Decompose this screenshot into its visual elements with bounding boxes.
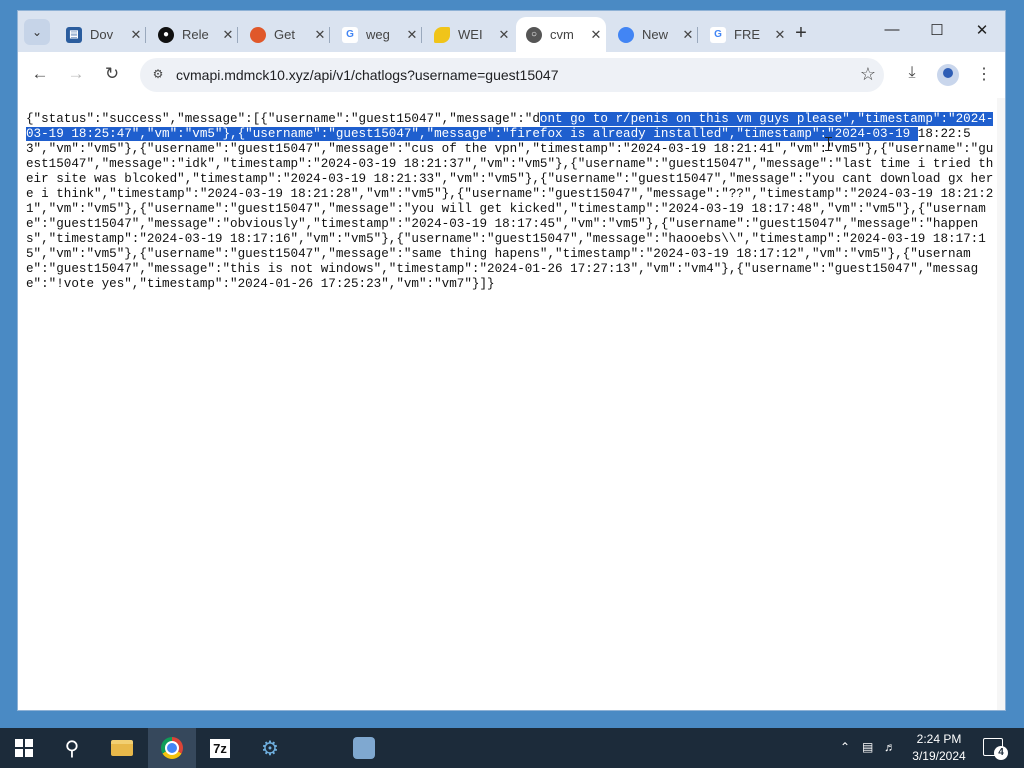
taskbar-7zip[interactable]: 7z <box>196 728 244 768</box>
folder-icon <box>111 740 133 756</box>
app-icon <box>353 737 375 759</box>
system-clock[interactable]: 2:24 PM 3/19/2024 <box>905 731 973 765</box>
tab-title: cvm <box>550 27 574 42</box>
browser-toolbar: ← → ↻ ⚙ cvmapi.mdmck10.xyz/api/v1/chatlo… <box>18 52 1005 98</box>
text-before-selection: {"status":"success","message":[{"usernam… <box>26 112 540 126</box>
tab-title: WEI <box>458 27 483 42</box>
windows-logo-icon <box>15 739 33 757</box>
reload-icon[interactable]: ↻ <box>101 64 123 84</box>
chevron-up-icon[interactable]: ⌃ <box>840 740 850 754</box>
search-button[interactable]: ⚲ <box>48 728 96 768</box>
taskbar-app[interactable] <box>340 728 388 768</box>
start-button[interactable] <box>0 728 48 768</box>
forward-icon[interactable]: → <box>65 64 87 84</box>
close-icon[interactable]: ✕ <box>126 27 146 43</box>
site-info-icon[interactable]: ⚙ <box>150 66 166 82</box>
gear-icon: ⚙ <box>261 737 279 760</box>
tab-wei[interactable]: WEI ✕ <box>424 17 514 52</box>
tab-search-button[interactable]: ⌄ <box>24 19 50 45</box>
search-icon: ⚲ <box>64 737 80 760</box>
text-cursor-icon <box>825 137 832 151</box>
tab-title: Get <box>274 27 295 42</box>
close-icon[interactable]: ✕ <box>218 27 238 43</box>
chrome-icon <box>161 737 183 759</box>
text-after-selection: 18:22:53","vm":"vm5"},{"username":"guest… <box>26 127 994 291</box>
google-icon: G <box>342 26 358 43</box>
address-bar[interactable]: ⚙ cvmapi.mdmck10.xyz/api/v1/chatlogs?use… <box>140 58 884 92</box>
tab-cvm[interactable]: ○ cvm ✕ <box>516 17 606 52</box>
download-icon[interactable]: ⤓ <box>901 64 923 86</box>
close-icon[interactable]: ✕ <box>678 27 698 43</box>
globe-icon: ○ <box>526 26 542 43</box>
github-icon: ● <box>158 26 174 43</box>
close-icon[interactable]: ✕ <box>586 27 606 43</box>
google-icon: G <box>710 26 726 43</box>
page-content: {"status":"success","message":[{"usernam… <box>18 98 1005 710</box>
star-icon[interactable]: ☆ <box>860 64 876 85</box>
tab-get[interactable]: Get ✕ <box>240 17 330 52</box>
chrome-icon <box>618 26 634 43</box>
tab-weg[interactable]: G weg ✕ <box>332 17 422 52</box>
tab-title: Rele <box>182 27 209 42</box>
tab-title: weg <box>366 27 390 42</box>
tab-dov[interactable]: ▤ Dov ✕ <box>56 17 146 52</box>
minimize-icon[interactable]: — <box>872 21 912 38</box>
close-icon[interactable]: ✕ <box>402 27 422 43</box>
taskbar-chrome[interactable] <box>148 728 196 768</box>
tab-title: New <box>642 27 669 42</box>
notification-count-badge: 4 <box>994 746 1008 760</box>
tab-title: Dov <box>90 27 114 42</box>
new-tab-button[interactable]: + <box>790 22 812 45</box>
tab-strip: ⌄ ▤ Dov ✕ ● Rele ✕ Get ✕ G weg ✕ WEI ✕ ○ <box>18 11 1005 52</box>
close-icon[interactable]: ✕ <box>770 27 790 43</box>
menu-icon[interactable]: ⋮ <box>973 64 995 86</box>
tab-rele[interactable]: ● Rele ✕ <box>148 17 238 52</box>
profile-avatar-icon[interactable] <box>937 64 959 86</box>
7zip-icon: 7z <box>210 738 230 758</box>
tab-new[interactable]: New ✕ <box>608 17 698 52</box>
clock-date: 3/19/2024 <box>912 749 966 763</box>
clock-time: 2:24 PM <box>916 732 962 746</box>
volume-muted-icon[interactable]: ♬ <box>884 740 896 754</box>
taskbar: ⚲ 7z ⚙ ⌃ ▤ ♬ 2:24 PM 3/19/2024 4 <box>0 728 1024 768</box>
browser-window: ⌄ ▤ Dov ✕ ● Rele ✕ Get ✕ G weg ✕ WEI ✕ ○ <box>17 10 1006 711</box>
banana-icon <box>434 26 450 43</box>
scrollbar[interactable] <box>997 98 1005 710</box>
firefox-icon <box>250 26 266 43</box>
close-icon[interactable]: ✕ <box>494 27 514 43</box>
taskbar-settings-app[interactable]: ⚙ <box>246 728 294 768</box>
json-response-text[interactable]: {"status":"success","message":[{"usernam… <box>26 112 994 292</box>
network-icon[interactable]: ▤ <box>862 740 873 754</box>
tab-fre[interactable]: G FRE ✕ <box>700 17 790 52</box>
close-icon[interactable]: ✕ <box>310 27 330 43</box>
chart-icon: ▤ <box>66 26 82 43</box>
tab-title: FRE <box>734 27 760 42</box>
maximize-icon[interactable]: ☐ <box>917 21 957 39</box>
url-text[interactable]: cvmapi.mdmck10.xyz/api/v1/chatlogs?usern… <box>176 67 558 83</box>
close-window-icon[interactable]: ✕ <box>962 21 1002 39</box>
chevron-down-icon: ⌄ <box>31 25 43 39</box>
back-icon[interactable]: ← <box>29 64 51 84</box>
taskbar-file-explorer[interactable] <box>98 728 146 768</box>
